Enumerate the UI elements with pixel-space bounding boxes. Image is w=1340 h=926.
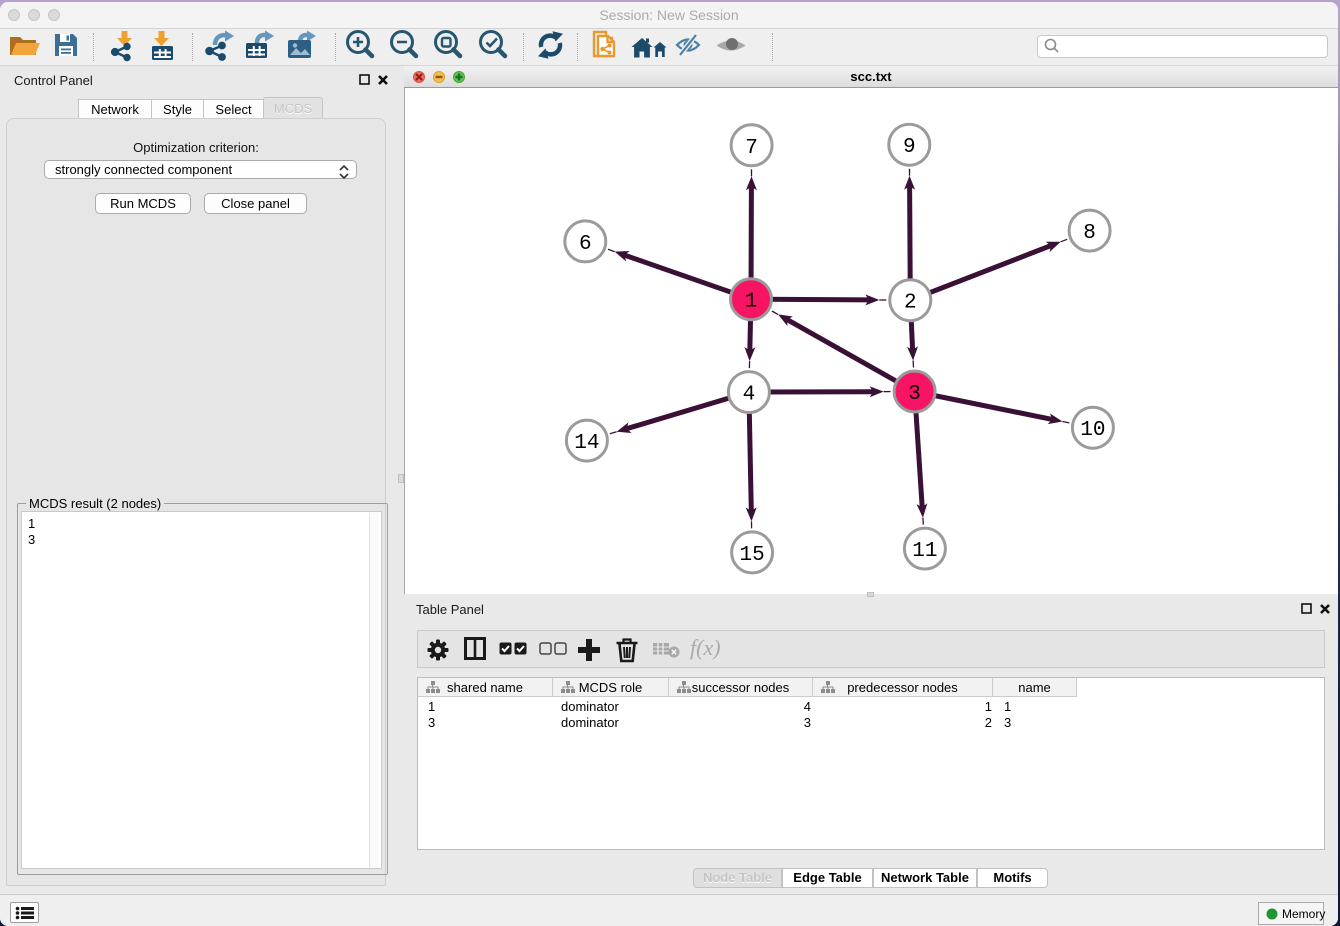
svg-text:10: 10 xyxy=(1080,419,1105,442)
svg-text:4: 4 xyxy=(743,384,756,407)
svg-text:1: 1 xyxy=(745,291,758,314)
svg-text:6: 6 xyxy=(579,233,592,256)
svg-text:9: 9 xyxy=(903,136,916,159)
svg-text:14: 14 xyxy=(574,432,599,455)
svg-text:15: 15 xyxy=(739,544,764,567)
svg-text:3: 3 xyxy=(908,383,921,406)
svg-text:7: 7 xyxy=(745,137,758,160)
svg-text:11: 11 xyxy=(912,540,937,563)
svg-text:8: 8 xyxy=(1083,222,1096,245)
svg-text:2: 2 xyxy=(904,292,917,315)
